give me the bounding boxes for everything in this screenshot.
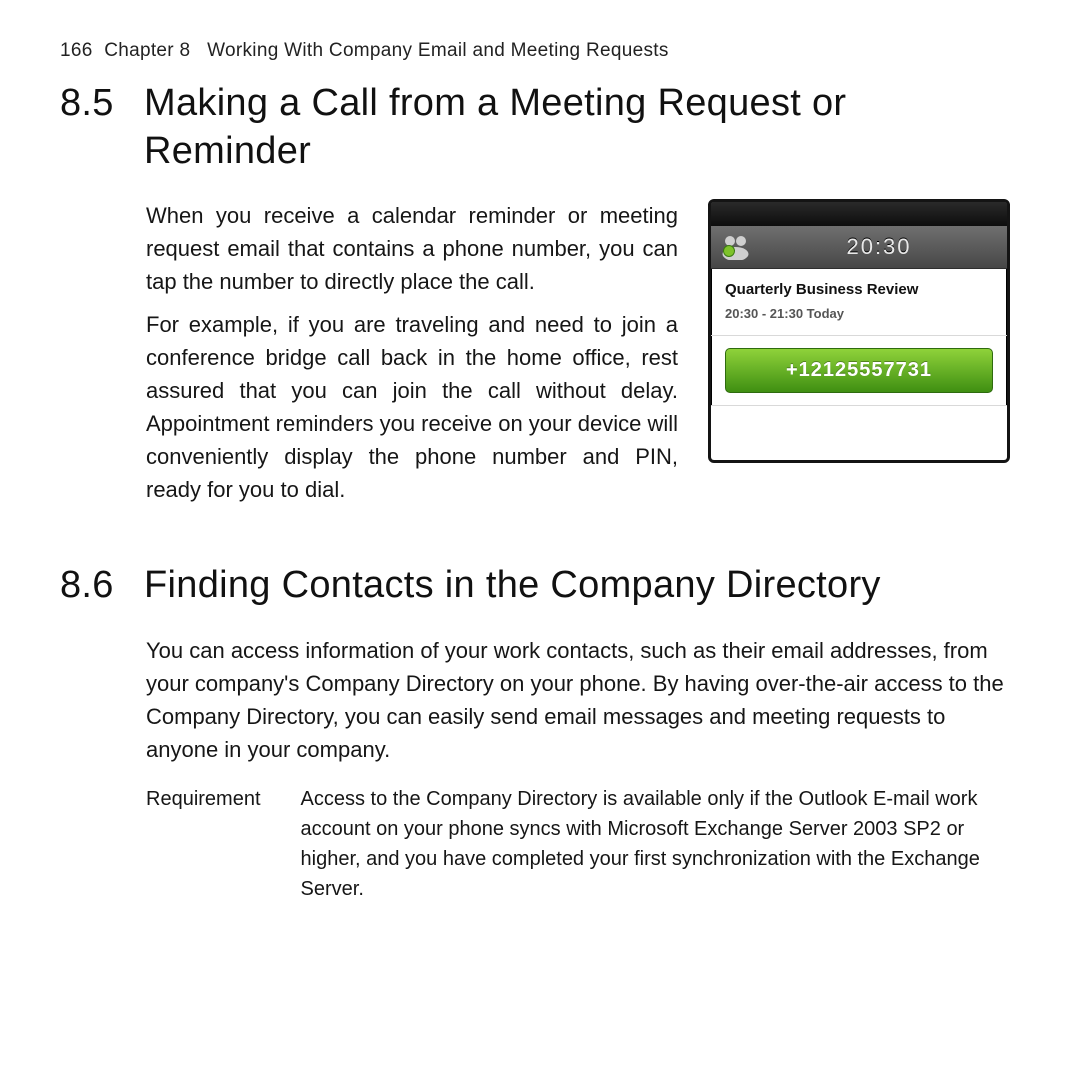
section-heading-8-6: 8.6 Finding Contacts in the Company Dire… <box>60 562 1010 610</box>
chapter-label: Chapter 8 <box>104 40 190 61</box>
phone-reminder-widget: 20:30 Quarterly Business Review 20:30 - … <box>708 199 1010 463</box>
requirement-label: Requirement <box>146 784 265 904</box>
requirement-block: Requirement Access to the Company Direct… <box>146 784 1010 904</box>
section-8-6-body: You can access information of your work … <box>146 634 1010 766</box>
paragraph: When you receive a calendar reminder or … <box>146 199 678 298</box>
section-heading-8-5: 8.5 Making a Call from a Meeting Request… <box>60 80 1010 175</box>
paragraph: You can access information of your work … <box>146 634 1010 766</box>
chapter-title: Working With Company Email and Meeting R… <box>207 40 669 61</box>
section-title: Finding Contacts in the Company Director… <box>144 562 881 610</box>
running-header: 166 Chapter 8 Working With Company Email… <box>60 40 1010 62</box>
document-page: 166 Chapter 8 Working With Company Email… <box>0 0 1080 944</box>
section-number: 8.6 <box>60 562 130 610</box>
requirement-text: Access to the Company Directory is avail… <box>301 784 1010 904</box>
people-group-icon <box>721 234 751 260</box>
reminder-event-time: 20:30 - 21:30 Today <box>711 302 1007 336</box>
phone-title-bar: 20:30 <box>711 226 1007 269</box>
section-title: Making a Call from a Meeting Request or … <box>144 80 1010 175</box>
section-8-5-body: When you receive a calendar reminder or … <box>146 199 678 516</box>
reminder-clock: 20:30 <box>761 234 997 260</box>
section-number: 8.5 <box>60 80 130 175</box>
dial-phone-number-button[interactable]: +12125557731 <box>725 348 993 393</box>
reminder-blank-row <box>711 405 1007 460</box>
requirement-text-part: , and you have completed your first sync… <box>301 848 980 900</box>
paragraph: For example, if you are traveling and ne… <box>146 308 678 506</box>
reminder-event-title: Quarterly Business Review <box>711 269 1007 302</box>
page-number: 166 <box>60 40 93 61</box>
phone-status-bar <box>711 202 1007 226</box>
